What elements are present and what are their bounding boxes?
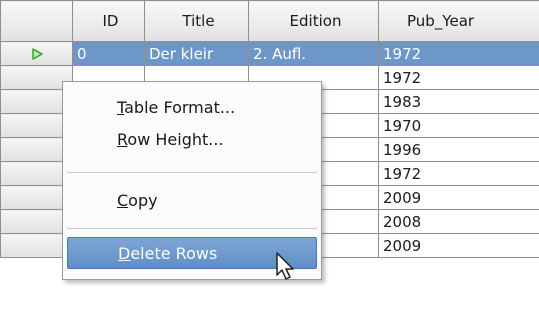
column-header-id[interactable]: ID [72, 0, 145, 42]
menu-item-label: opy [128, 191, 158, 210]
header-row: ID Title Edition Pub_Year [0, 0, 539, 42]
menu-separator [67, 172, 317, 174]
cell-pub-year[interactable]: 1970 [378, 113, 539, 138]
cell-id[interactable]: 0 [72, 41, 145, 66]
column-header-edition[interactable]: Edition [248, 0, 379, 42]
cell-title[interactable]: Der kleir [144, 41, 249, 66]
menu-item-mnemonic: R [117, 130, 128, 149]
context-menu: Table Format... Row Height... Copy Delet… [62, 81, 322, 280]
menu-item-label: able Format... [124, 98, 236, 117]
play-triangle-icon [2, 44, 72, 64]
cell-pub-year[interactable]: 1972 [378, 161, 539, 186]
menu-separator [67, 228, 317, 230]
cell-pub-year[interactable]: 1983 [378, 89, 539, 114]
menu-item-row-height[interactable]: Row Height... [63, 124, 321, 156]
menu-item-label: ow Height... [127, 130, 224, 149]
cell-edition[interactable]: 2. Aufl. [248, 41, 379, 66]
cell-pub-year[interactable]: 2009 [378, 185, 539, 210]
cell-pub-year[interactable]: 1972 [378, 41, 539, 66]
arrow-pointer-icon [276, 252, 296, 286]
menu-item-label: elete Rows [130, 244, 218, 263]
cell-pub-year[interactable]: 2009 [378, 233, 539, 258]
corner-header[interactable] [0, 0, 73, 42]
menu-item-mnemonic: D [118, 244, 131, 263]
column-header-title[interactable]: Title [144, 0, 249, 42]
cell-pub-year[interactable]: 1996 [378, 137, 539, 162]
cell-pub-year[interactable]: 2008 [378, 209, 539, 234]
menu-item-table-format[interactable]: Table Format... [63, 92, 321, 124]
column-header-pub-year[interactable]: Pub_Year [378, 0, 539, 42]
menu-item-mnemonic: C [117, 191, 129, 210]
row-header[interactable] [0, 41, 73, 66]
menu-item-copy[interactable]: Copy [63, 185, 321, 217]
cell-pub-year[interactable]: 1972 [378, 65, 539, 90]
table-row[interactable]: 0 Der kleir 2. Aufl. 1972 [0, 41, 539, 66]
